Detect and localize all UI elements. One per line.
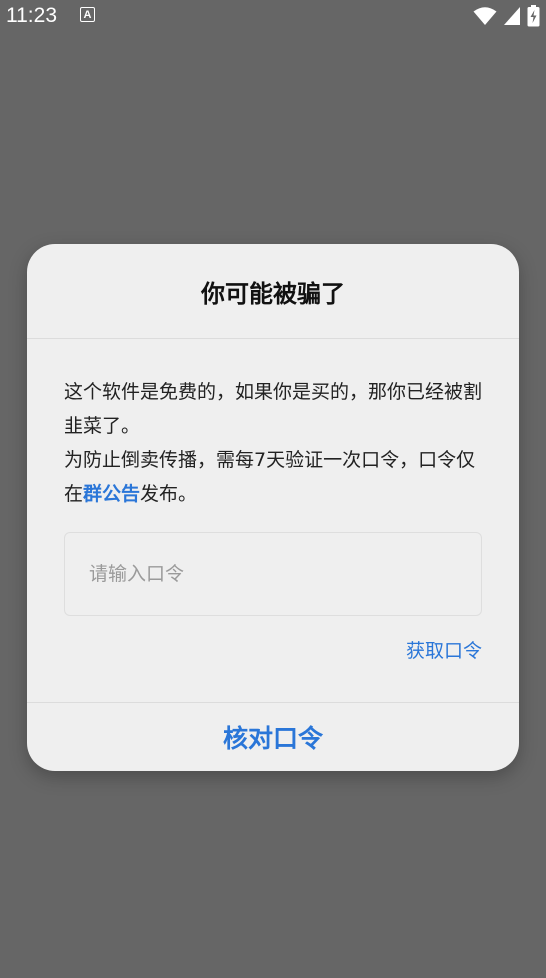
wifi-icon	[473, 6, 497, 26]
verify-passcode-button[interactable]: 核对口令	[27, 703, 519, 771]
status-icons	[473, 5, 540, 27]
title-divider	[27, 338, 519, 339]
verification-dialog: 你可能被骗了 这个软件是免费的，如果你是买的，那你已经被割韭菜了。 为防止倒卖传…	[27, 244, 519, 771]
message-line-2-suffix: 发布。	[140, 483, 198, 505]
dialog-content-area	[57, 280, 489, 750]
dialog-message: 这个软件是免费的，如果你是买的，那你已经被割韭菜了。 为防止倒卖传播，需每7天验…	[64, 375, 484, 511]
dialog-title: 你可能被骗了	[201, 280, 345, 308]
battery-charging-icon	[527, 5, 540, 27]
message-line-1: 这个软件是免费的，如果你是买的，那你已经被割韭菜了。	[64, 381, 483, 437]
message-line-2: 为防止倒卖传播，需每7天验证一次口令，口令仅在群公告发布。	[64, 443, 484, 511]
notification-a-icon: A	[80, 7, 95, 22]
group-announcement-link[interactable]: 群公告	[83, 483, 140, 505]
signal-icon	[503, 6, 521, 26]
status-bar: 11:23 A	[0, 0, 546, 32]
passcode-input[interactable]	[64, 532, 482, 616]
get-passcode-link[interactable]: 获取口令	[406, 638, 482, 664]
status-time: 11:23	[6, 4, 57, 27]
